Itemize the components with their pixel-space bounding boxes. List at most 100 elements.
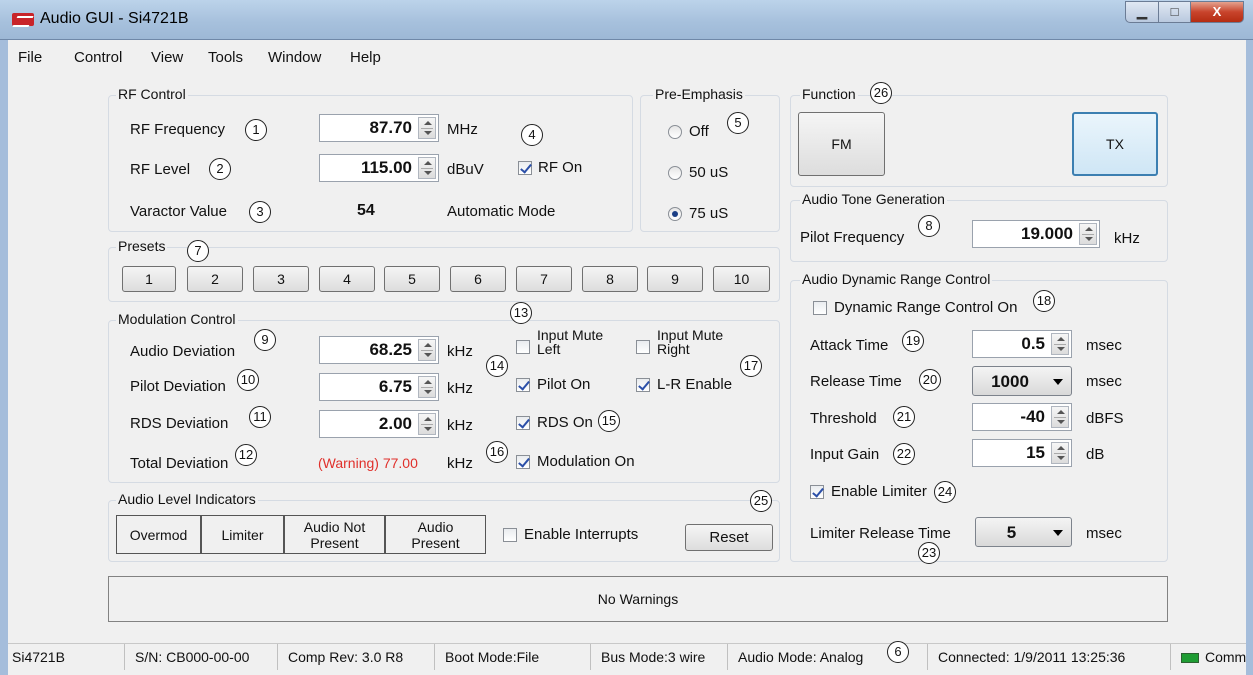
tx-button[interactable]: TX <box>1072 112 1158 176</box>
lr-enable-checkbox[interactable] <box>636 378 650 392</box>
menu-help[interactable]: Help <box>350 49 381 66</box>
menu-control[interactable]: Control <box>74 49 122 66</box>
modulation-on-checkbox[interactable] <box>516 455 530 469</box>
pre-emphasis-off-label: Off <box>689 123 709 140</box>
spin-arrows-icon[interactable] <box>418 117 436 139</box>
rf-frequency-value: 87.70 <box>369 118 412 137</box>
preset-1-button[interactable]: 1 <box>122 266 176 292</box>
status-bar: Si4721B S/N: CB000-00-00 Comp Rev: 3.0 R… <box>8 641 1246 671</box>
input-mute-left-checkbox[interactable] <box>516 340 530 354</box>
fm-button[interactable]: FM <box>798 112 885 176</box>
threshold-spinner[interactable]: -40 <box>972 403 1072 431</box>
rds-deviation-spinner[interactable]: 2.00 <box>319 410 439 438</box>
attack-time-spinner[interactable]: 0.5 <box>972 330 1072 358</box>
drc-on-checkbox[interactable] <box>813 301 827 315</box>
rf-frequency-unit: MHz <box>447 121 478 138</box>
preset-9-button[interactable]: 9 <box>647 266 703 292</box>
preset-8-button[interactable]: 8 <box>582 266 638 292</box>
rf-on-checkbox[interactable] <box>518 161 532 175</box>
release-time-dropdown[interactable]: 1000 <box>972 366 1072 396</box>
attack-time-unit: msec <box>1086 337 1122 354</box>
callout-21: 21 <box>893 406 915 428</box>
pilot-frequency-unit: kHz <box>1114 230 1140 247</box>
spin-arrows-icon[interactable] <box>418 413 436 435</box>
pre-emphasis-off-radio[interactable] <box>668 125 682 139</box>
varactor-label: Varactor Value <box>130 203 227 220</box>
callout-16: 16 <box>486 441 508 463</box>
spin-arrows-icon[interactable] <box>418 157 436 179</box>
pilot-on-checkbox[interactable] <box>516 378 530 392</box>
dropdown-arrow-icon <box>1053 530 1063 536</box>
app-window: Audio GUI - Si4721B ▁ □ X File Control V… <box>0 0 1253 675</box>
minimize-button[interactable]: ▁ <box>1125 1 1159 23</box>
spin-arrows-icon[interactable] <box>1051 442 1069 464</box>
audio-deviation-label: Audio Deviation <box>130 343 236 360</box>
input-gain-value: 15 <box>1026 443 1045 462</box>
pilot-frequency-spinner[interactable]: 19.000 <box>972 220 1100 248</box>
attack-time-label: Attack Time <box>810 337 889 354</box>
callout-23: 23 <box>918 542 940 564</box>
pre-emphasis-50us-radio[interactable] <box>668 166 682 180</box>
callout-15: 15 <box>598 410 620 432</box>
menu-view[interactable]: View <box>151 49 183 66</box>
enable-interrupts-checkbox[interactable] <box>503 528 517 542</box>
pilot-on-label: Pilot On <box>537 376 591 393</box>
callout-6: 6 <box>887 641 909 663</box>
rf-frequency-spinner[interactable]: 87.70 <box>319 114 439 142</box>
modulation-on-label: Modulation On <box>537 453 635 470</box>
preset-2-button[interactable]: 2 <box>187 266 243 292</box>
preset-5-button[interactable]: 5 <box>384 266 440 292</box>
preset-7-button[interactable]: 7 <box>516 266 572 292</box>
preset-10-button[interactable]: 10 <box>713 266 770 292</box>
callout-2: 2 <box>209 158 231 180</box>
rf-level-label: RF Level <box>130 161 191 178</box>
status-device: Si4721B <box>8 644 125 670</box>
audio-deviation-value: 68.25 <box>369 340 412 359</box>
status-comp-rev: Comp Rev: 3.0 R8 <box>278 644 435 670</box>
pre-emphasis-75us-radio[interactable] <box>668 207 682 221</box>
limiter-release-time-dropdown[interactable]: 5 <box>975 517 1072 547</box>
enable-interrupts-label: Enable Interrupts <box>524 526 639 543</box>
rf-level-spinner[interactable]: 115.00 <box>319 154 439 182</box>
callout-19: 19 <box>902 330 924 352</box>
spin-arrows-icon[interactable] <box>418 339 436 361</box>
preset-4-button[interactable]: 4 <box>319 266 375 292</box>
callout-13: 13 <box>510 302 532 324</box>
menu-file[interactable]: File <box>18 49 42 66</box>
maximize-button[interactable]: □ <box>1158 1 1191 23</box>
input-mute-right-checkbox[interactable] <box>636 340 650 354</box>
enable-limiter-checkbox[interactable] <box>810 485 824 499</box>
preset-3-button[interactable]: 3 <box>253 266 309 292</box>
enable-limiter-label: Enable Limiter <box>831 483 927 500</box>
callout-8: 8 <box>918 215 940 237</box>
title-bar[interactable]: Audio GUI - Si4721B ▁ □ X <box>0 0 1253 40</box>
spin-arrows-icon[interactable] <box>418 376 436 398</box>
spin-arrows-icon[interactable] <box>1079 223 1097 245</box>
reset-button[interactable]: Reset <box>685 524 773 551</box>
callout-20: 20 <box>919 369 941 391</box>
input-mute-right-label: Input Mute Right <box>657 327 724 357</box>
menu-tools[interactable]: Tools <box>208 49 243 66</box>
rf-frequency-label: RF Frequency <box>130 121 226 138</box>
spin-arrows-icon[interactable] <box>1051 333 1069 355</box>
rds-on-checkbox[interactable] <box>516 416 530 430</box>
audio-not-present-indicator: Audio Not Present <box>284 515 385 554</box>
close-button[interactable]: X <box>1190 1 1244 23</box>
callout-7: 7 <box>187 240 209 262</box>
spin-arrows-icon[interactable] <box>1051 406 1069 428</box>
callout-17: 17 <box>740 355 762 377</box>
limiter-release-time-label: Limiter Release Time <box>810 525 951 542</box>
pilot-deviation-label: Pilot Deviation <box>130 378 226 395</box>
menu-window[interactable]: Window <box>268 49 321 66</box>
input-mute-left-label: Input Mute Left <box>537 327 604 357</box>
audio-deviation-spinner[interactable]: 68.25 <box>319 336 439 364</box>
pre-emphasis-50us-label: 50 uS <box>689 164 729 181</box>
preset-6-button[interactable]: 6 <box>450 266 506 292</box>
release-time-label: Release Time <box>810 373 902 390</box>
input-gain-spinner[interactable]: 15 <box>972 439 1072 467</box>
function-title: Function <box>800 86 858 102</box>
total-deviation-value: (Warning) 77.00 <box>318 455 418 471</box>
status-connected: Connected: 1/9/2011 13:25:36 <box>928 644 1171 670</box>
pilot-deviation-spinner[interactable]: 6.75 <box>319 373 439 401</box>
window-border-right <box>1246 40 1253 675</box>
